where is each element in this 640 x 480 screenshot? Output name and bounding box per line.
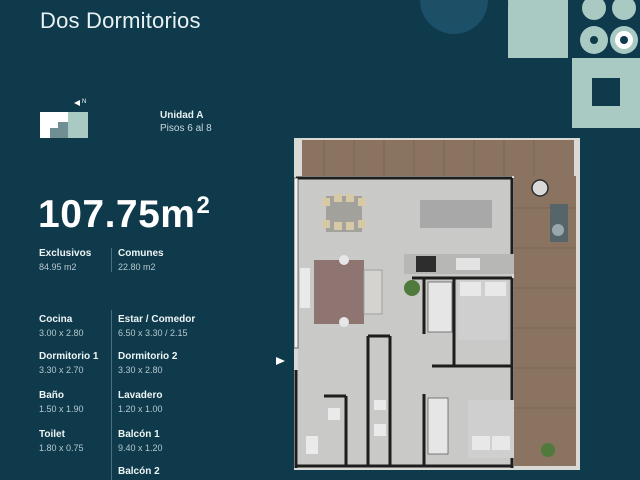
spec-dormitorio-2: Dormitorio 2 3.30 x 2.80 bbox=[118, 351, 178, 375]
spec-dormitorio-1: Dormitorio 1 3.30 x 2.70 bbox=[39, 351, 99, 375]
spec-balcon-2: Balcón 2 bbox=[118, 466, 160, 477]
spec-balcon-1: Balcón 1 9.40 x 1.20 bbox=[118, 429, 163, 453]
unit-name: Unidad A bbox=[160, 110, 204, 121]
floor-plan bbox=[294, 138, 580, 470]
decorative-shapes bbox=[420, 0, 640, 128]
page-title: Dos Dormitorios bbox=[40, 8, 201, 33]
area-value: 107.75m bbox=[38, 193, 196, 236]
entrance-arrow-icon bbox=[276, 357, 285, 365]
area-unit: 2 bbox=[196, 192, 211, 219]
column-divider bbox=[111, 310, 112, 480]
total-area: 107.75m2 bbox=[38, 192, 210, 237]
spec-exclusivos: Exclusivos 84.95 m2 bbox=[39, 248, 92, 272]
spec-cocina: Cocina 3.00 x 2.80 bbox=[39, 314, 84, 338]
spec-bano: Baño 1.50 x 1.90 bbox=[39, 390, 84, 414]
column-divider bbox=[111, 248, 112, 272]
compass-label: N bbox=[82, 99, 87, 105]
unit-info: Unidad A Pisos 6 al 8 bbox=[160, 110, 212, 134]
spec-estar-comedor: Estar / Comedor 6.50 x 3.30 / 2.15 bbox=[118, 314, 196, 338]
unit-floors: Pisos 6 al 8 bbox=[160, 123, 212, 134]
spec-comunes: Comunes 22.80 m2 bbox=[118, 248, 164, 272]
spec-toilet: Toilet 1.80 x 0.75 bbox=[39, 429, 84, 453]
spec-lavadero: Lavadero 1.20 x 1.00 bbox=[118, 390, 163, 414]
